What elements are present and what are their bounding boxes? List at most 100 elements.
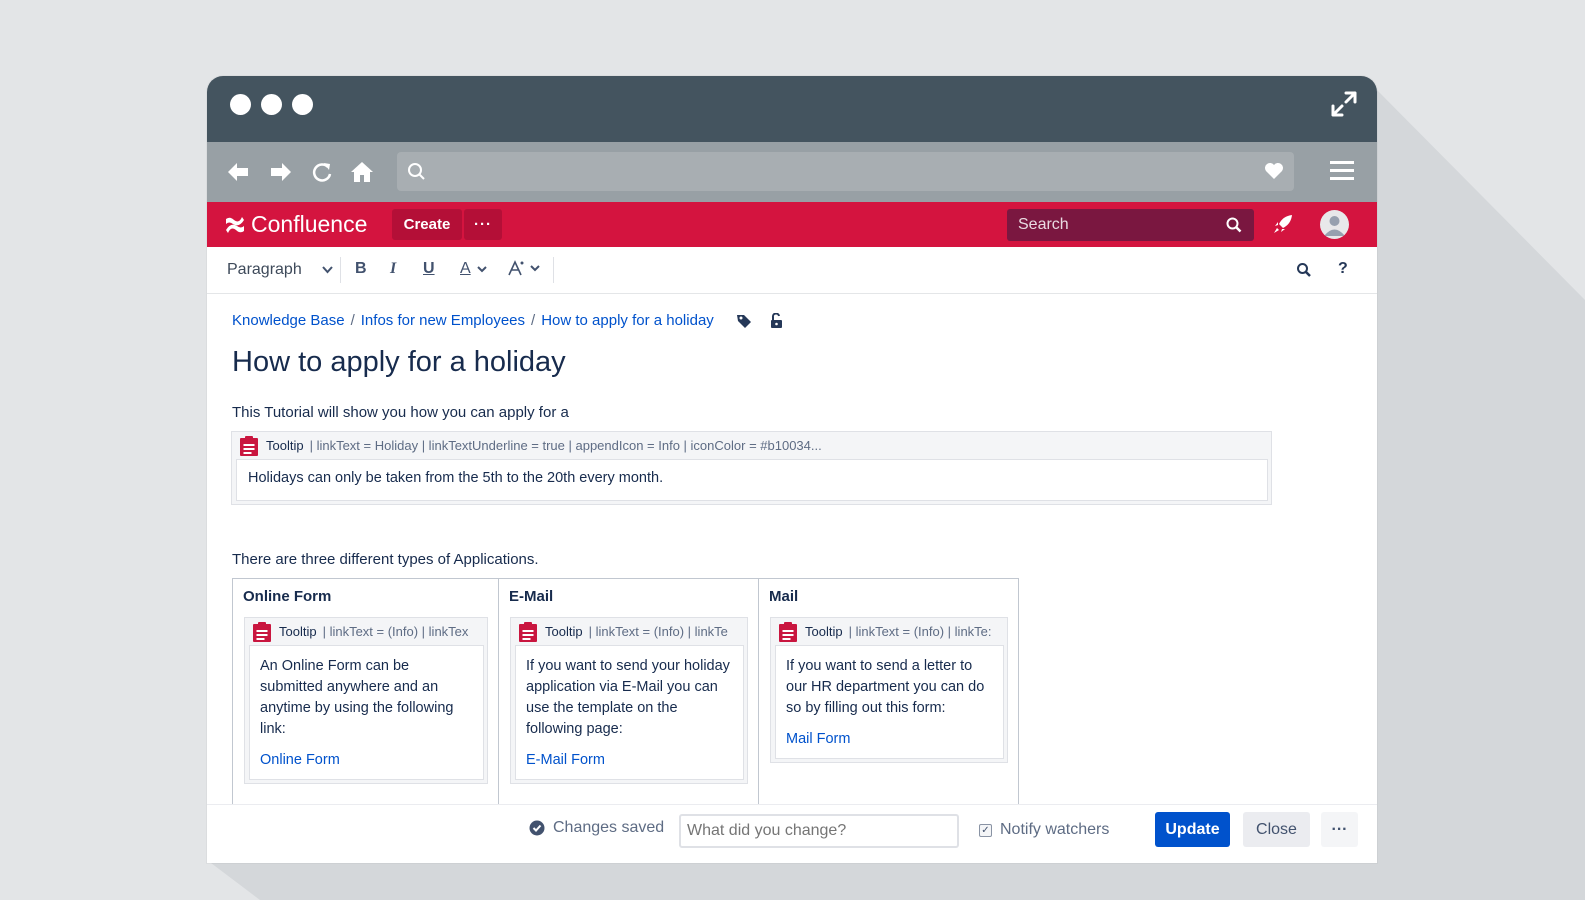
macro-body[interactable]: Holidays can only be taken from the 5th … bbox=[236, 459, 1268, 501]
change-comment-input[interactable] bbox=[679, 814, 959, 848]
intro-text[interactable]: This Tutorial will show you how you can … bbox=[232, 404, 569, 421]
text-formatting-button[interactable] bbox=[507, 260, 540, 276]
macro-params: | linkText = (Info) | linkTe bbox=[588, 624, 728, 639]
reload-button[interactable] bbox=[307, 157, 337, 187]
tooltip-macro[interactable]: Tooltip | linkText = (Info) | linkTex An… bbox=[244, 617, 488, 784]
search-placeholder: Search bbox=[1018, 216, 1069, 233]
column-header: E-Mail bbox=[509, 588, 554, 605]
macro-header: Tooltip | linkText = (Info) | linkTex bbox=[245, 618, 487, 645]
rocket-icon[interactable] bbox=[1272, 213, 1294, 235]
paragraph-style-select[interactable]: Paragraph bbox=[227, 261, 333, 279]
macro-label: Tooltip bbox=[279, 624, 317, 639]
checkbox-checked-icon[interactable]: ✓ bbox=[979, 823, 992, 837]
notify-watchers-checkbox[interactable]: ✓ Notify watchers bbox=[979, 821, 1109, 839]
label-tag-icon[interactable] bbox=[736, 313, 752, 329]
tooltip-macro[interactable]: Tooltip | linkText = (Info) | linkTe If … bbox=[510, 617, 748, 784]
home-button[interactable] bbox=[347, 157, 377, 187]
bold-button[interactable]: B bbox=[355, 260, 367, 278]
paragraph-style-label: Paragraph bbox=[227, 261, 302, 278]
macro-label: Tooltip bbox=[545, 624, 583, 639]
page-title[interactable]: How to apply for a holiday bbox=[232, 346, 566, 379]
online-form-link[interactable]: Online Form bbox=[260, 750, 473, 771]
unlocked-restrictions-icon[interactable] bbox=[768, 312, 784, 329]
reload-icon bbox=[312, 163, 332, 182]
home-icon bbox=[351, 162, 373, 182]
close-window-dot[interactable] bbox=[230, 94, 251, 115]
macro-body[interactable]: If you want to send a letter to our HR d… bbox=[775, 645, 1004, 759]
browser-navbar bbox=[207, 142, 1377, 202]
breadcrumb: Knowledge Base / Infos for new Employees… bbox=[232, 312, 784, 329]
close-button[interactable]: Close bbox=[1243, 812, 1310, 847]
chevron-down-icon bbox=[530, 264, 540, 271]
macro-header: Tooltip | linkText = Holiday | linkTextU… bbox=[232, 432, 1271, 459]
confluence-logo-icon bbox=[226, 216, 244, 233]
find-replace-icon[interactable] bbox=[1296, 262, 1312, 278]
editor-footer: Changes saved ✓ Notify watchers Update C… bbox=[207, 804, 1377, 863]
macro-body[interactable]: If you want to send your holiday applica… bbox=[515, 645, 744, 780]
macro-note-icon bbox=[240, 435, 258, 456]
user-avatar-icon bbox=[1324, 216, 1345, 236]
back-button[interactable] bbox=[223, 157, 253, 187]
column-header: Mail bbox=[769, 588, 799, 605]
search-icon bbox=[408, 163, 425, 180]
forward-button[interactable] bbox=[266, 157, 296, 187]
url-bar[interactable] bbox=[397, 152, 1294, 191]
search-input[interactable]: Search bbox=[1007, 209, 1254, 241]
maximize-window-dot[interactable] bbox=[292, 94, 313, 115]
back-arrow-icon bbox=[228, 163, 248, 181]
breadcrumb-separator: / bbox=[350, 312, 355, 329]
avatar[interactable] bbox=[1320, 210, 1349, 239]
confluence-topnav: Confluence Create ··· Search bbox=[207, 202, 1377, 247]
text-color-button[interactable]: A bbox=[460, 260, 487, 278]
macro-label: Tooltip bbox=[266, 438, 304, 453]
more-options-button[interactable]: ··· bbox=[1321, 812, 1358, 847]
expand-icon[interactable] bbox=[1329, 89, 1359, 119]
help-button[interactable]: ? bbox=[1338, 260, 1348, 278]
confluence-logo[interactable]: Confluence bbox=[225, 211, 367, 238]
application-types-table: Online Form Tooltip | linkText = (Info) … bbox=[232, 578, 1019, 818]
create-button[interactable]: Create bbox=[392, 209, 462, 240]
macro-body-text: If you want to send a letter to our HR d… bbox=[786, 658, 985, 716]
check-circle-icon bbox=[529, 820, 545, 836]
breadcrumb-separator: / bbox=[531, 312, 536, 329]
mail-form-link[interactable]: Mail Form bbox=[786, 729, 993, 750]
browser-window: Confluence Create ··· Search Paragraph B… bbox=[207, 76, 1377, 863]
email-form-link[interactable]: E-Mail Form bbox=[526, 750, 733, 771]
chevron-down-icon bbox=[476, 265, 487, 272]
underline-button[interactable]: U bbox=[423, 260, 435, 278]
text-color-label: A bbox=[460, 260, 471, 277]
table-column[interactable]: Online Form Tooltip | linkText = (Info) … bbox=[233, 579, 499, 818]
italic-button[interactable]: I bbox=[390, 260, 396, 278]
types-intro-text[interactable]: There are three different types of Appli… bbox=[232, 551, 539, 568]
table-column[interactable]: Mail Tooltip | linkText = (Info) | linkT… bbox=[759, 579, 1018, 818]
bookmark-heart-icon[interactable] bbox=[1264, 162, 1284, 180]
macro-header: Tooltip | linkText = (Info) | linkTe bbox=[511, 618, 747, 645]
macro-note-icon bbox=[253, 621, 271, 642]
changes-saved-label: Changes saved bbox=[553, 819, 665, 836]
hamburger-icon[interactable] bbox=[1327, 156, 1357, 186]
breadcrumb-item[interactable]: Infos for new Employees bbox=[361, 312, 525, 329]
update-button[interactable]: Update bbox=[1155, 812, 1230, 847]
logo-text: Confluence bbox=[251, 211, 368, 237]
macro-body-text: An Online Form can be submitted anywhere… bbox=[260, 658, 454, 737]
table-column[interactable]: E-Mail Tooltip | linkText = (Info) | lin… bbox=[499, 579, 759, 818]
macro-params: | linkText = Holiday | linkTextUnderline… bbox=[309, 438, 822, 453]
tooltip-macro[interactable]: Tooltip | linkText = (Info) | linkTe: If… bbox=[770, 617, 1008, 763]
macro-body-text: Holidays can only be taken from the 5th … bbox=[248, 470, 664, 486]
more-actions-button[interactable]: ··· bbox=[464, 209, 502, 240]
macro-params: | linkText = (Info) | linkTex bbox=[322, 624, 469, 639]
tooltip-macro[interactable]: Tooltip | linkText = Holiday | linkTextU… bbox=[231, 431, 1272, 505]
macro-body[interactable]: An Online Form can be submitted anywhere… bbox=[249, 645, 484, 780]
editor-toolbar: Paragraph B I U A ? bbox=[207, 247, 1377, 294]
macro-label: Tooltip bbox=[805, 624, 843, 639]
macro-note-icon bbox=[519, 621, 537, 642]
macro-body-text: If you want to send your holiday applica… bbox=[526, 658, 730, 737]
changes-saved-status: Changes saved bbox=[529, 819, 664, 837]
chevron-down-icon bbox=[321, 266, 333, 274]
minimize-window-dot[interactable] bbox=[261, 94, 282, 115]
macro-note-icon bbox=[779, 621, 797, 642]
breadcrumb-item[interactable]: Knowledge Base bbox=[232, 312, 345, 329]
page-content: Knowledge Base / Infos for new Employees… bbox=[207, 294, 1377, 818]
window-titlebar bbox=[207, 76, 1377, 142]
breadcrumb-item[interactable]: How to apply for a holiday bbox=[541, 312, 714, 329]
